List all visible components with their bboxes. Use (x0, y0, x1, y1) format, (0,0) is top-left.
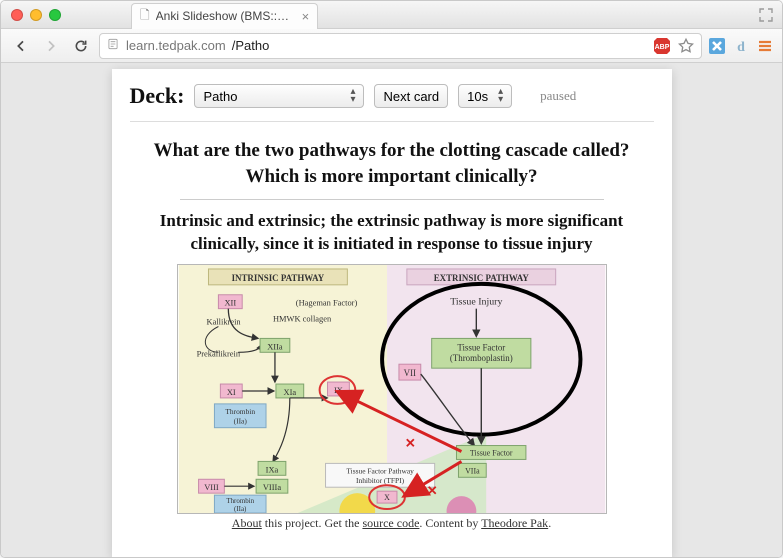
svg-text:VIII: VIII (204, 482, 219, 492)
svg-text:(IIa): (IIa) (233, 417, 247, 426)
page-footer: About this project. Get the source code.… (140, 516, 644, 531)
url-host: learn.tedpak.com (126, 38, 226, 53)
menu-icon[interactable] (756, 37, 774, 55)
svg-text:VIIa: VIIa (465, 466, 480, 475)
svg-text:Tissue Factor Pathway: Tissue Factor Pathway (346, 466, 414, 475)
browser-window: 🗋 Anki Slideshow (BMS::Unit... × (0, 0, 783, 558)
star-bookmark-icon[interactable] (677, 37, 695, 55)
chevron-updown-icon: ▴▾ (350, 88, 355, 104)
deck-select[interactable]: Patho ▴▾ (194, 84, 364, 108)
svg-text:IXa: IXa (265, 464, 278, 474)
svg-text:(IIa): (IIa) (234, 505, 246, 513)
svg-text:EXTRINSIC PATHWAY: EXTRINSIC PATHWAY (433, 273, 529, 283)
deck-label: Deck: (130, 83, 185, 109)
clotting-cascade-diagram: INTRINSIC PATHWAY EXTRINSIC PATHWAY Tiss… (177, 264, 607, 514)
svg-text:Tissue Factor: Tissue Factor (469, 449, 512, 458)
extension-icon-2[interactable]: d (732, 37, 750, 55)
source-code-link[interactable]: source code (362, 516, 419, 530)
tab-close-icon[interactable]: × (302, 9, 310, 24)
site-identity-icon (106, 37, 120, 54)
svg-text:XI: XI (226, 387, 235, 397)
svg-text:Thrombin: Thrombin (226, 497, 254, 505)
deck-select-value: Patho (203, 89, 237, 104)
svg-text:✕: ✕ (426, 484, 437, 498)
page-favicon-icon: 🗋 (140, 6, 150, 27)
svg-text:(Thromboplastin): (Thromboplastin) (449, 353, 512, 363)
svg-text:ABP: ABP (655, 44, 670, 51)
svg-text:IX: IX (333, 385, 342, 395)
zoom-window-button[interactable] (49, 9, 61, 21)
status-text: paused (540, 88, 576, 104)
chevron-updown-icon: ▴▾ (498, 88, 503, 104)
interval-value: 10s (467, 89, 488, 104)
card-image-wrap: INTRINSIC PATHWAY EXTRINSIC PATHWAY Tiss… (140, 264, 644, 514)
svg-text:HMWK collagen: HMWK collagen (272, 314, 331, 324)
svg-text:XIa: XIa (283, 387, 296, 397)
svg-text:INTRINSIC PATHWAY: INTRINSIC PATHWAY (231, 273, 324, 283)
author-link[interactable]: Theodore Pak (481, 516, 548, 530)
close-window-button[interactable] (11, 9, 23, 21)
svg-text:VII: VII (403, 368, 415, 378)
window-titlebar: 🗋 Anki Slideshow (BMS::Unit... × (1, 1, 782, 29)
window-controls (1, 9, 61, 21)
svg-text:XII: XII (224, 298, 236, 308)
address-bar[interactable]: learn.tedpak.com/Patho ABP (99, 33, 702, 59)
back-button[interactable] (9, 34, 33, 58)
next-card-label: Next card (383, 89, 439, 104)
svg-text:X: X (384, 493, 390, 502)
card-answer: Intrinsic and extrinsic; the extrinsic p… (140, 210, 644, 256)
svg-text:VIIIa: VIIIa (262, 482, 280, 492)
flashcard: What are the two pathways for the clotti… (112, 122, 672, 537)
deck-toolbar: Deck: Patho ▴▾ Next card 10s ▴▾ paused (112, 69, 672, 121)
svg-text:XIIa: XIIa (267, 341, 283, 351)
interval-select[interactable]: 10s ▴▾ (458, 84, 512, 108)
next-card-button[interactable]: Next card (374, 84, 448, 108)
svg-text:Inhibitor (TFPI): Inhibitor (TFPI) (356, 476, 405, 485)
expand-icon[interactable] (758, 7, 774, 23)
svg-text:Tissue Factor: Tissue Factor (457, 342, 505, 352)
tabstrip: 🗋 Anki Slideshow (BMS::Unit... × (131, 1, 318, 29)
svg-text:(Hageman Factor): (Hageman Factor) (295, 298, 357, 308)
forward-button[interactable] (39, 34, 63, 58)
card-question: What are the two pathways for the clotti… (140, 138, 644, 189)
viewport: Deck: Patho ▴▾ Next card 10s ▴▾ paused W… (1, 63, 782, 557)
svg-text:✕: ✕ (404, 437, 415, 451)
browser-toolbar: learn.tedpak.com/Patho ABP d (1, 29, 782, 63)
card-divider (180, 199, 604, 200)
extension-icon-1[interactable] (708, 37, 726, 55)
abp-extension-icon[interactable]: ABP (653, 37, 671, 55)
reload-button[interactable] (69, 34, 93, 58)
svg-text:Prekallikrein: Prekallikrein (196, 348, 240, 358)
about-link[interactable]: About (232, 516, 262, 530)
url-path: /Patho (232, 38, 270, 53)
page-content: Deck: Patho ▴▾ Next card 10s ▴▾ paused W… (112, 69, 672, 557)
svg-text:Tissue Injury: Tissue Injury (450, 297, 502, 308)
minimize-window-button[interactable] (30, 9, 42, 21)
svg-text:d: d (737, 40, 745, 55)
browser-tab[interactable]: 🗋 Anki Slideshow (BMS::Unit... × (131, 3, 318, 29)
svg-text:Thrombin: Thrombin (225, 407, 255, 416)
svg-text:Kallikrein: Kallikrein (206, 317, 241, 327)
tab-title: Anki Slideshow (BMS::Unit... (156, 9, 296, 23)
